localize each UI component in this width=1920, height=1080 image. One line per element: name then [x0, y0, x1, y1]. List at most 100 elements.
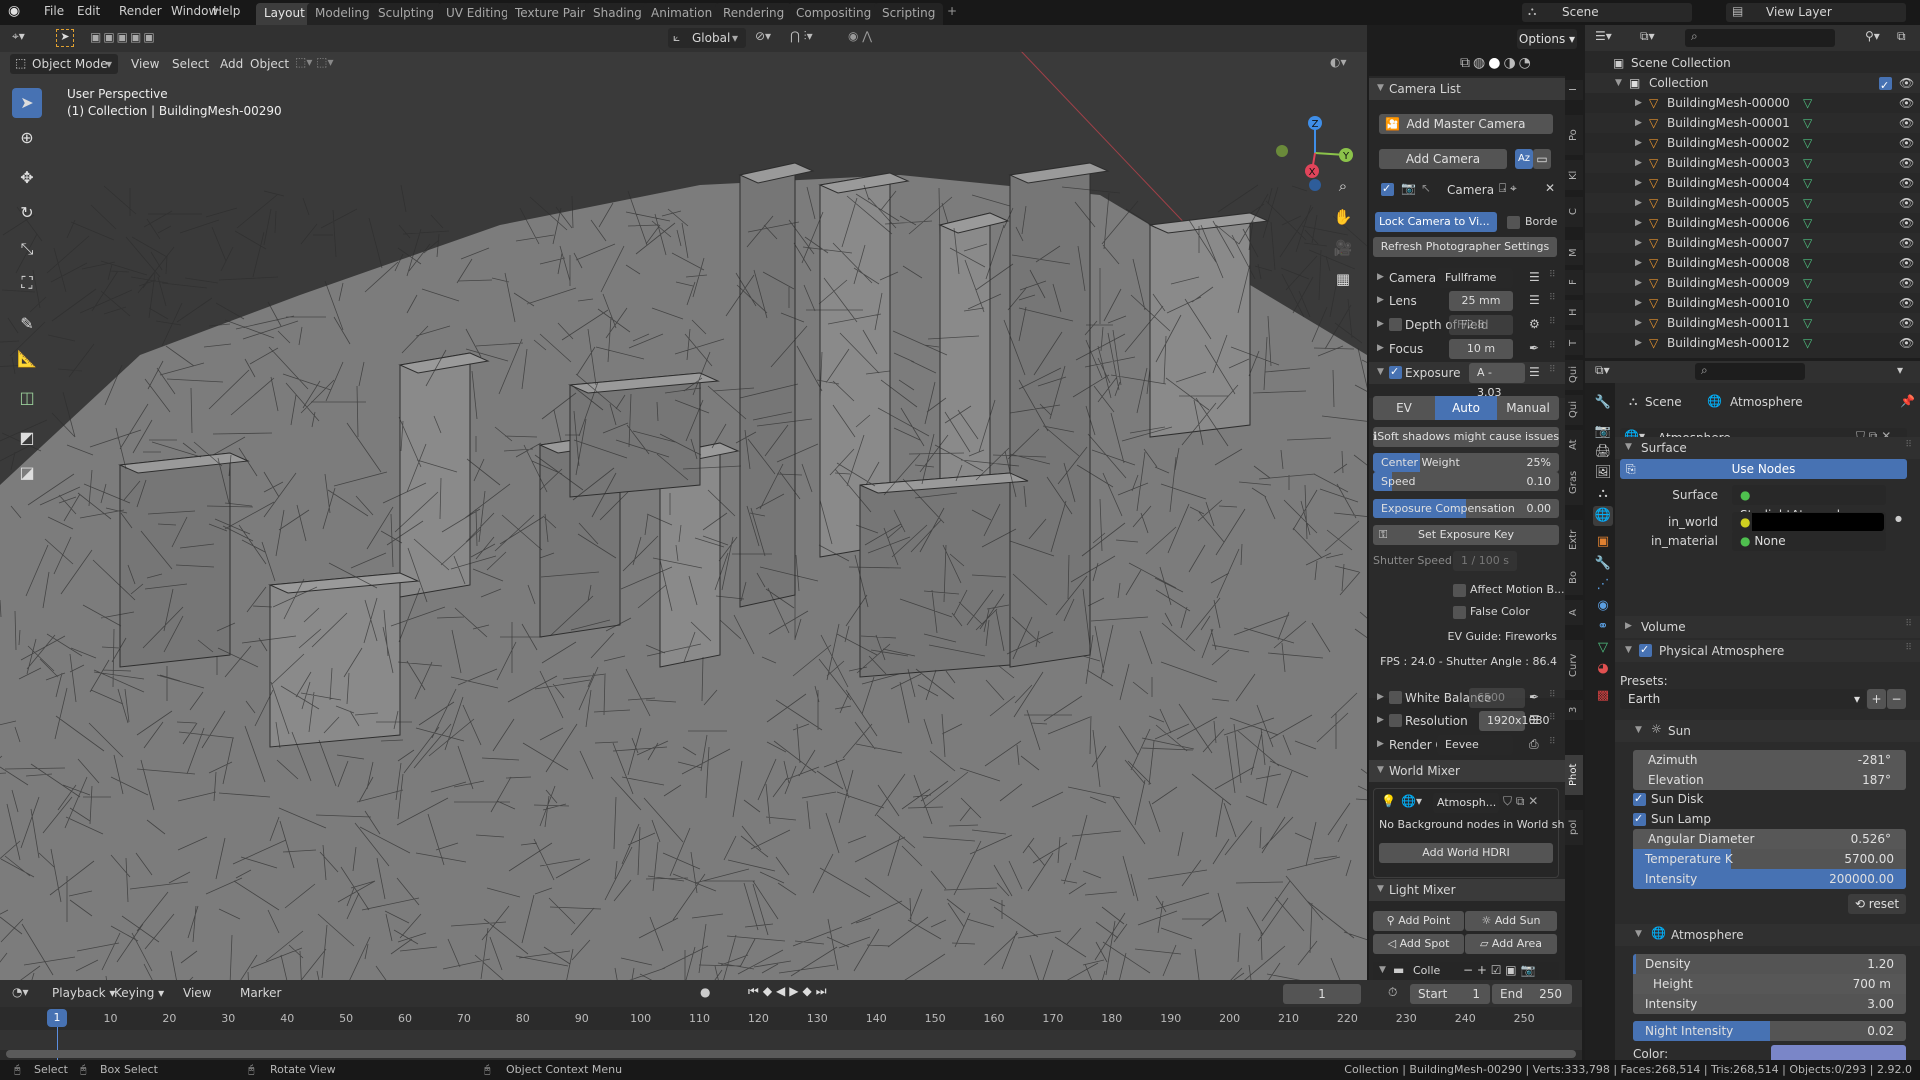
- transform-affect-icons[interactable]: ⬚▾ ⬚▾: [295, 55, 334, 69]
- outliner-item[interactable]: ▶ ▽ BuildingMesh-00001 ▽ 👁: [1585, 113, 1920, 133]
- shear-tool[interactable]: ◩: [12, 423, 42, 453]
- sidebar-tab-at[interactable]: At: [1565, 430, 1583, 460]
- camera-enabled-checkbox[interactable]: [1381, 183, 1394, 196]
- mesh-data-icon[interactable]: ▽: [1803, 153, 1812, 173]
- camera-view-icon[interactable]: 🎥: [1329, 233, 1357, 264]
- prev-keyframe-icon[interactable]: ◆: [763, 984, 776, 998]
- night-intensity-slider[interactable]: Night Intensity 0.02: [1633, 1021, 1906, 1041]
- transform-tool[interactable]: ⛶: [12, 268, 42, 298]
- eye-icon[interactable]: 👁: [1899, 193, 1914, 213]
- new-collection-icon[interactable]: ⧉: [1897, 29, 1906, 44]
- eyedropper-icon[interactable]: ✒: [1529, 341, 1539, 355]
- eye-icon[interactable]: 👁: [1899, 213, 1914, 233]
- exposure-mode-ev[interactable]: EV: [1373, 396, 1435, 420]
- snap-icon[interactable]: ⋂ ⫶▾: [790, 29, 813, 44]
- mesh-data-icon[interactable]: ▽: [1803, 313, 1812, 333]
- eye-icon[interactable]: 👁: [1899, 173, 1914, 193]
- remove-preset-button[interactable]: −: [1887, 689, 1906, 709]
- mesh-data-icon[interactable]: ▽: [1803, 213, 1812, 233]
- lock-camera-toggle[interactable]: Lock Camera to Vi...: [1375, 212, 1497, 232]
- mesh-data-icon[interactable]: ▽: [1803, 173, 1812, 193]
- settings-icon[interactable]: ⚙: [1529, 317, 1540, 331]
- scene-tab-icon[interactable]: ⛬: [1593, 484, 1613, 504]
- archive-icon[interactable]: ▭: [1533, 149, 1551, 169]
- preset-list-icon[interactable]: ☰: [1529, 713, 1540, 727]
- eyedropper-icon[interactable]: ✒: [1529, 690, 1539, 704]
- physics-tab-icon[interactable]: ◉: [1593, 596, 1613, 616]
- solid-shading-icon[interactable]: ●: [1488, 55, 1503, 71]
- menu-render[interactable]: Render: [119, 4, 162, 18]
- white-balance-row-value[interactable]: 6500: [1469, 688, 1525, 708]
- blender-logo-icon[interactable]: ◉: [8, 3, 20, 19]
- add-sun-button[interactable]: ☼ Add Sun: [1465, 911, 1557, 931]
- mesh-data-icon[interactable]: ▽: [1803, 113, 1812, 133]
- add-cube-tool[interactable]: ◫: [12, 383, 42, 413]
- editor-type-icon[interactable]: ⧉▾: [1595, 363, 1610, 378]
- jump-start-icon[interactable]: ⏮: [748, 984, 763, 998]
- rendered-shading-icon[interactable]: ◔: [1519, 55, 1534, 71]
- timeline-menu-keying[interactable]: Keying ▾: [114, 986, 164, 1000]
- false-color-checkbox[interactable]: [1453, 606, 1466, 619]
- current-frame-field[interactable]: 1: [1283, 984, 1361, 1004]
- mesh-data-icon[interactable]: ▽: [1803, 333, 1812, 353]
- world-mixer-header[interactable]: ▼ World Mixer: [1369, 760, 1565, 782]
- view-layer-selector[interactable]: ▤ View Layer: [1726, 3, 1906, 22]
- mesh-data-icon[interactable]: ▽: [1803, 93, 1812, 113]
- fake-user-shield-icon[interactable]: ⛉ ⧉ ✕: [1503, 794, 1538, 809]
- sidebar-tab-i[interactable]: I: [1565, 80, 1583, 100]
- output-tab-icon[interactable]: 🖨: [1593, 442, 1613, 462]
- stopwatch-icon[interactable]: ⏱: [1388, 985, 1397, 1000]
- constraints-tab-icon[interactable]: ⚭: [1593, 617, 1613, 637]
- sidebar-tab-m[interactable]: M: [1565, 240, 1583, 265]
- rotate-tool[interactable]: ↻: [12, 198, 42, 228]
- display-mode-icon[interactable]: ☰▾: [1595, 29, 1612, 43]
- light-collection-row[interactable]: ▼ ▬ Colle − + ☑ ▣ 📷: [1373, 962, 1559, 980]
- jump-end-icon[interactable]: ⏭: [816, 984, 831, 998]
- outliner-item[interactable]: ▶ ▽ BuildingMesh-00009 ▽ 👁: [1585, 273, 1920, 293]
- drag-handle-icon[interactable]: ⠿: [1549, 365, 1556, 375]
- drag-handle-icon[interactable]: ⠿: [1549, 293, 1556, 303]
- mesh-data-icon[interactable]: ▽: [1803, 273, 1812, 293]
- preset-list-icon[interactable]: ☰: [1529, 365, 1540, 379]
- sidebar-tab-extr[interactable]: Extr: [1565, 520, 1583, 560]
- eye-icon[interactable]: 👁: [1899, 313, 1914, 333]
- sidebar-tab-f[interactable]: F: [1565, 270, 1583, 295]
- eye-icon[interactable]: 👁: [1899, 293, 1914, 313]
- affect-motion-blur-checkbox[interactable]: [1453, 584, 1466, 597]
- camera-name[interactable]: Camera: [1447, 183, 1494, 197]
- outliner-item[interactable]: ▶ ▽ BuildingMesh-00008 ▽ 👁: [1585, 253, 1920, 273]
- scene-collection-row[interactable]: ▣ Scene Collection: [1585, 53, 1920, 73]
- camera-row-value[interactable]: Fullframe: [1437, 268, 1513, 288]
- exposure-mode-manual[interactable]: Manual: [1497, 396, 1559, 420]
- tool-tab-icon[interactable]: 🔧: [1593, 393, 1613, 413]
- set-exposure-key-button[interactable]: ⚿ Set Exposure Key: [1373, 525, 1559, 545]
- outliner-search-input[interactable]: ⌕: [1685, 29, 1835, 47]
- pan-hand-icon[interactable]: ✋: [1329, 202, 1357, 233]
- filter-icon[interactable]: ⚲▾: [1865, 29, 1880, 43]
- collection-name[interactable]: Colle: [1413, 964, 1440, 977]
- sidebar-tab-po[interactable]: Po: [1565, 115, 1583, 155]
- editor-type-icon[interactable]: ⧉▾: [1640, 29, 1655, 44]
- refresh-settings-button[interactable]: Refresh Photographer Settings: [1373, 237, 1557, 257]
- render-quality-row[interactable]: ▶ Render Q Eevee ⎙ ⠿: [1369, 734, 1565, 756]
- add-world-hdri-button[interactable]: Add World HDRI: [1379, 843, 1553, 863]
- playhead[interactable]: 1: [47, 1009, 67, 1027]
- city-mesh-scene[interactable]: [0, 25, 1367, 980]
- in-world-color-swatch[interactable]: [1752, 513, 1884, 531]
- drag-handle-icon[interactable]: ⠿: [1549, 270, 1556, 280]
- add-preset-button[interactable]: +: [1867, 689, 1886, 709]
- drag-handle-icon[interactable]: ⠿: [1549, 317, 1556, 327]
- auto-keying-icon[interactable]: ●: [700, 985, 710, 999]
- add-point-button[interactable]: ⚲ Add Point: [1373, 911, 1464, 931]
- camera-list-header[interactable]: ▼ Camera List: [1369, 78, 1565, 100]
- add-camera-button[interactable]: Add Camera: [1379, 149, 1507, 169]
- cursor-tool[interactable]: ⊕: [12, 123, 42, 153]
- white-balance-row[interactable]: ▶ White Balance 6500 ✒ ⠿: [1369, 687, 1565, 709]
- select-tool-icon[interactable]: ➤: [56, 29, 74, 47]
- sun-subpanel-header[interactable]: ▼ ☼ Sun: [1615, 720, 1920, 742]
- zoom-icon[interactable]: ⌕: [1329, 171, 1357, 202]
- mesh-data-icon[interactable]: ▽: [1803, 193, 1812, 213]
- focus-row-value[interactable]: 10 m: [1449, 339, 1513, 359]
- viewport-menu-select[interactable]: Select: [172, 57, 209, 71]
- scene-selector[interactable]: ⛬ Scene: [1522, 3, 1692, 22]
